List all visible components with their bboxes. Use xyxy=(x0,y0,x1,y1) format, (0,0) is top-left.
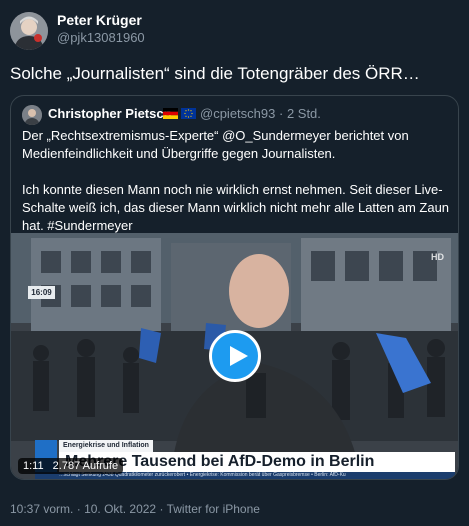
quoted-author-name[interactable]: Christopher Pietsch xyxy=(48,106,172,121)
video-duration-badge: 1:11 2.787 Aufrufe xyxy=(18,458,124,474)
tweet-text: Solche „Journalisten“ sind die Totengräb… xyxy=(10,64,420,83)
quoted-tweet-text: Der „Rechtsextremismus-Experte“ @O_Sunde… xyxy=(22,127,450,235)
tweet-metadata: 10:37 vorm. 10. Okt. 2022 Twitter for iP… xyxy=(10,502,260,516)
author-handle[interactable]: @pjk13081960 xyxy=(57,30,145,45)
tweet-date[interactable]: 10. Okt. 2022 xyxy=(77,502,156,516)
video-player[interactable]: 16:09 HD Energiekrise und Inflation Mehr… xyxy=(11,233,458,479)
quoted-handle-text: @cpietsch93 xyxy=(200,106,276,121)
play-button[interactable] xyxy=(209,330,261,382)
quoted-paragraph: Der „Rechtsextremismus-Experte“ @O_Sunde… xyxy=(22,128,409,161)
quoted-tweet-age: 2 Std. xyxy=(286,106,321,121)
tweet-source: Twitter for iPhone xyxy=(159,502,260,516)
tweet-card: Peter Krüger @pjk13081960 Solche „Journa… xyxy=(0,0,469,526)
view-count: 2.787 Aufrufe xyxy=(52,460,119,472)
video-duration: 1:11 xyxy=(23,460,44,472)
author-name[interactable]: Peter Krüger xyxy=(57,12,142,28)
germany-flag-icon xyxy=(163,108,178,119)
lower-third-topic: Energiekrise und Inflation xyxy=(59,440,153,452)
dot-separator: · xyxy=(278,106,287,121)
quoted-paragraph: Ich konnte diesen Mann noch nie wirklich… xyxy=(22,182,450,233)
eu-flag-icon xyxy=(181,108,196,119)
quoted-tweet[interactable]: Christopher Pietsch @cpietsch93 · 2 Std.… xyxy=(10,95,459,480)
quoted-author-handle[interactable]: @cpietsch93 · 2 Std. xyxy=(200,106,321,121)
quoted-author-avatar[interactable] xyxy=(22,105,42,125)
author-avatar[interactable] xyxy=(10,12,48,50)
broadcast-clock: 16:09 xyxy=(28,286,55,299)
play-icon xyxy=(230,346,248,366)
channel-logo: HD xyxy=(431,252,444,262)
tweet-time[interactable]: 10:37 vorm. xyxy=(10,502,73,516)
